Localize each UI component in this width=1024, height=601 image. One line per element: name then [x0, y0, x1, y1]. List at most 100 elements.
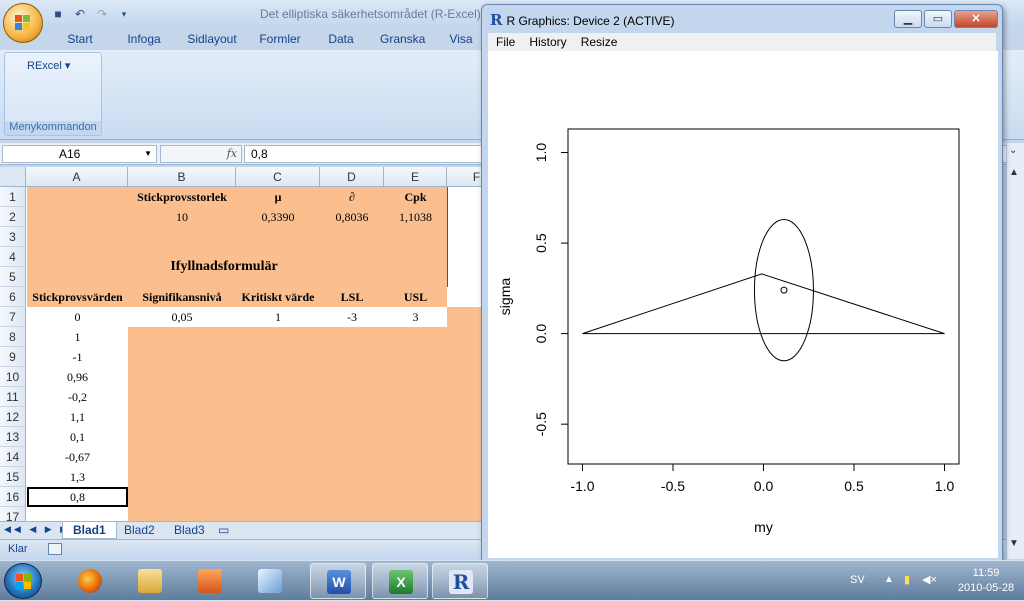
menu-history[interactable]: History — [529, 33, 566, 51]
cell-b7[interactable]: 0,05 — [128, 307, 236, 327]
col-header-d[interactable]: D — [320, 167, 384, 187]
sample-cell[interactable]: -0,67 — [27, 447, 128, 467]
tab-formler[interactable]: Formler — [248, 28, 312, 50]
row-header[interactable]: 13 — [0, 427, 26, 447]
row-header[interactable]: 4 — [0, 247, 26, 267]
sample-cell[interactable]: 1 — [27, 327, 128, 347]
tab-data[interactable]: Data — [312, 28, 370, 50]
sample-cell[interactable]: 1,3 — [27, 467, 128, 487]
cell-d7[interactable]: -3 — [320, 307, 384, 327]
menu-file[interactable]: File — [496, 33, 515, 51]
cell-b6[interactable]: Signifikansnivå — [128, 287, 236, 307]
col-header-c[interactable]: C — [236, 167, 320, 187]
cell-b1[interactable]: Stickprovsstorlek — [128, 187, 236, 207]
r-taskbar-button[interactable]: R — [432, 563, 488, 599]
row-header[interactable]: 7 — [0, 307, 26, 327]
close-button[interactable]: ✕ — [954, 10, 998, 28]
sheet-tab-blad2[interactable]: Blad2 — [114, 522, 165, 539]
row-header[interactable]: 16 — [0, 487, 26, 507]
cell-d2[interactable]: 0,8036 — [320, 207, 384, 227]
col-header-b[interactable]: B — [128, 167, 236, 187]
customize-qat-icon[interactable]: ▾ — [116, 6, 132, 22]
select-all-corner[interactable] — [0, 167, 26, 187]
sample-cell[interactable]: 0,1 — [27, 427, 128, 447]
cell-c2[interactable]: 0,3390 — [236, 207, 320, 227]
sample-cell[interactable]: 0,96 — [27, 367, 128, 387]
col-header-a[interactable]: A — [26, 167, 128, 187]
scroll-up-icon[interactable]: ▲ — [1009, 167, 1019, 178]
row-header[interactable]: 8 — [0, 327, 26, 347]
cell-c6[interactable]: Kritiskt värde — [236, 287, 320, 307]
cell-b2[interactable]: 10 — [128, 207, 236, 227]
y-tick-label: 0.0 — [533, 324, 549, 344]
spreadsheet-grid[interactable]: A B C D E F 1 2 3 4 5 6 7 8 9 10 11 12 1… — [0, 167, 490, 521]
ribbon-collapse-icon[interactable]: ⌄ — [1009, 145, 1017, 156]
tab-granska[interactable]: Granska — [370, 28, 434, 50]
fill-data-block — [128, 327, 490, 521]
language-indicator[interactable]: SV — [850, 574, 865, 586]
sheet-tab-blad3[interactable]: Blad3 — [164, 522, 215, 539]
tray-expand-icon[interactable]: ▲ — [884, 574, 894, 585]
tab-visa[interactable]: Visa — [434, 28, 488, 50]
chevron-down-icon[interactable]: ▼ — [144, 149, 152, 158]
tab-infoga[interactable]: Infoga — [112, 28, 176, 50]
redo-icon[interactable]: ↷ — [94, 6, 110, 22]
cell-d1[interactable]: ∂ — [320, 187, 384, 207]
sample-cell[interactable]: 0 — [27, 307, 128, 327]
clock[interactable]: 11:59 2010-05-28 — [954, 566, 1018, 596]
save-icon[interactable]: ■ — [50, 6, 66, 22]
name-box-value: A16 — [59, 147, 81, 161]
excel-taskbar-button[interactable]: X — [372, 563, 428, 599]
network-icon[interactable]: ▮ — [904, 573, 910, 586]
sheet-tab-blad1[interactable]: Blad1 — [62, 522, 117, 539]
start-button[interactable] — [4, 563, 42, 599]
insert-sheet-icon[interactable]: ▭ — [214, 522, 233, 539]
paint-taskbar-button[interactable] — [242, 563, 298, 599]
undo-icon[interactable]: ↶ — [72, 6, 88, 22]
row-header[interactable]: 6 — [0, 287, 26, 307]
firefox-taskbar-button[interactable] — [62, 563, 118, 599]
word-taskbar-button[interactable]: W — [310, 563, 366, 599]
volume-muted-icon[interactable]: ◀× — [922, 573, 937, 586]
cell-e2[interactable]: 1,1038 — [384, 207, 447, 227]
scroll-down-icon[interactable]: ▼ — [1009, 538, 1019, 549]
active-cell[interactable]: 0,8 — [27, 487, 128, 507]
cell-e6[interactable]: USL — [384, 287, 447, 307]
row-header[interactable]: 1 — [0, 187, 26, 207]
cell-e1[interactable]: Cpk — [384, 187, 447, 207]
menu-resize[interactable]: Resize — [581, 33, 618, 51]
media-player-taskbar-button[interactable] — [182, 563, 238, 599]
macro-record-icon[interactable] — [48, 543, 62, 555]
cell-d6[interactable]: LSL — [320, 287, 384, 307]
minimize-button[interactable]: ▁ — [894, 10, 922, 28]
cell-c7[interactable]: 1 — [236, 307, 320, 327]
cell-e7[interactable]: 3 — [384, 307, 447, 327]
row-header[interactable]: 15 — [0, 467, 26, 487]
row-header[interactable]: 10 — [0, 367, 26, 387]
fx-icon[interactable]: fx — [227, 147, 237, 160]
rexcel-menu-button[interactable]: RExcel ▾ — [27, 59, 70, 72]
row-header[interactable]: 11 — [0, 387, 26, 407]
tab-start[interactable]: Start — [48, 28, 112, 50]
x-tick-label: 1.0 — [935, 478, 955, 494]
row-header[interactable]: 14 — [0, 447, 26, 467]
confidence-triangle — [582, 273, 945, 335]
tab-sidlayout[interactable]: Sidlayout — [176, 28, 248, 50]
explorer-taskbar-button[interactable] — [122, 563, 178, 599]
row-header[interactable]: 17 — [0, 507, 26, 521]
row-header[interactable]: 3 — [0, 227, 26, 247]
row-header[interactable]: 9 — [0, 347, 26, 367]
sample-cell[interactable]: -1 — [27, 347, 128, 367]
name-box[interactable]: A16 ▼ — [2, 145, 157, 163]
cell-a6[interactable]: Stickprovsvärden — [27, 287, 128, 307]
row-header[interactable]: 12 — [0, 407, 26, 427]
row-header[interactable]: 2 — [0, 207, 26, 227]
cell-c1[interactable]: μ — [236, 187, 320, 207]
maximize-button[interactable]: ▭ — [924, 10, 952, 28]
col-header-e[interactable]: E — [384, 167, 447, 187]
row-header[interactable]: 5 — [0, 267, 26, 287]
office-button[interactable] — [3, 3, 43, 43]
sample-cell[interactable]: 1,1 — [27, 407, 128, 427]
sample-cell[interactable]: -0,2 — [27, 387, 128, 407]
vertical-scrollbar[interactable]: ⌄ ▲ ▼ — [1006, 143, 1024, 559]
